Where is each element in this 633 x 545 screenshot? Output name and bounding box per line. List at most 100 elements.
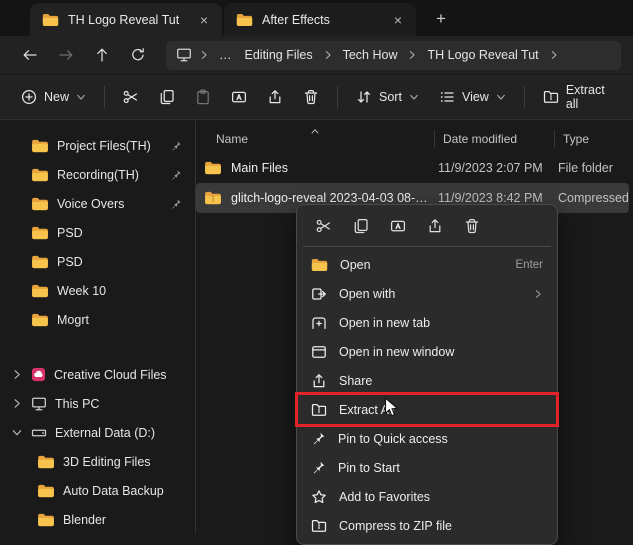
chevron-right-icon (407, 50, 417, 60)
chevron-down-icon (496, 92, 506, 102)
context-menu-item-pin-to-quick-access[interactable]: Pin to Quick access (301, 424, 553, 453)
sidebar-item-psd-1[interactable]: PSD (3, 218, 192, 247)
up-button[interactable] (86, 40, 118, 70)
folder-icon (204, 161, 222, 175)
delete-button[interactable] (294, 81, 328, 113)
refresh-icon (130, 47, 146, 63)
context-menu-item-open-with[interactable]: Open with (301, 279, 553, 308)
copy-button[interactable] (344, 212, 378, 240)
chevron-down-icon (409, 92, 419, 102)
folder-icon (311, 258, 328, 272)
folder-icon (31, 226, 49, 240)
pin-icon (311, 460, 326, 475)
back-button[interactable] (14, 40, 46, 70)
new-tab-button[interactable]: + (426, 5, 456, 33)
file-date: 11/9/2023 8:42 PM (430, 191, 550, 205)
breadcrumb-item[interactable]: Tech How (340, 46, 401, 64)
share-icon (311, 373, 327, 389)
tab-bar: TH Logo Reveal Tut × After Effects × + (0, 0, 633, 36)
close-tab-icon[interactable]: × (194, 10, 214, 30)
rename-button[interactable] (381, 212, 415, 240)
tab-th-logo-reveal-tut[interactable]: TH Logo Reveal Tut × (30, 3, 222, 36)
sidebar-item-auto-data-backup[interactable]: Auto Data Backup (3, 476, 192, 505)
plus-circle-icon (21, 89, 37, 105)
close-tab-icon[interactable]: × (388, 10, 408, 30)
breadcrumb-overflow[interactable]: … (216, 46, 235, 64)
sidebar-item-mogrt[interactable]: Mogrt (3, 305, 192, 334)
share-button[interactable] (418, 212, 452, 240)
sidebar-item-external-data[interactable]: External Data (D:) (3, 418, 192, 447)
monitor-icon (176, 47, 192, 63)
toolbar-divider (104, 86, 105, 108)
menu-item-shortcut: Enter (516, 259, 544, 271)
delete-button[interactable] (455, 212, 489, 240)
mouse-cursor (384, 397, 399, 418)
copy-button[interactable] (150, 81, 184, 113)
share-button[interactable] (258, 81, 292, 113)
command-bar: New Sort View (0, 74, 633, 120)
context-menu-item-open[interactable]: Open Enter (301, 250, 553, 279)
view-button-label: View (462, 90, 489, 104)
breadcrumb-item[interactable]: TH Logo Reveal Tut (424, 46, 541, 64)
context-menu-item-pin-to-start[interactable]: Pin to Start (301, 453, 553, 482)
zip-folder-icon (311, 518, 327, 534)
sidebar-item-3d-editing-files[interactable]: 3D Editing Files (3, 447, 192, 476)
column-label: Type (563, 132, 589, 146)
paste-button[interactable] (186, 81, 220, 113)
column-header-date-modified[interactable]: Date modified (434, 130, 554, 148)
cut-button[interactable] (114, 81, 148, 113)
context-menu-item-open-in-new-tab[interactable]: Open in new tab (301, 308, 553, 337)
forward-button[interactable] (50, 40, 82, 70)
red-highlight-box (295, 392, 559, 427)
sidebar-item-week-10[interactable]: Week 10 (3, 276, 192, 305)
chevron-right-icon (11, 398, 23, 409)
file-date: 11/9/2023 2:07 PM (430, 161, 550, 175)
share-icon (267, 89, 283, 105)
context-menu: Open Enter Open with Open in new tab Ope… (296, 204, 558, 545)
sidebar-item-voice-overs[interactable]: Voice Overs (3, 189, 192, 218)
navigation-bar: … Editing Files Tech How TH Logo Reveal … (0, 36, 633, 74)
creative-cloud-icon (31, 367, 46, 382)
share-icon (427, 218, 443, 234)
tab-after-effects[interactable]: After Effects × (224, 3, 416, 36)
menu-item-label: Pin to Quick access (338, 432, 448, 446)
pin-icon (311, 431, 326, 446)
view-list-icon (439, 89, 455, 105)
context-menu-item-add-to-favorites[interactable]: Add to Favorites (301, 482, 553, 511)
sidebar-item-blender[interactable]: Blender (3, 505, 192, 533)
chevron-right-icon (549, 50, 559, 60)
folder-icon (37, 513, 55, 527)
rename-button[interactable] (222, 81, 256, 113)
chevron-down-icon (11, 427, 23, 438)
sidebar-item-project-files[interactable]: Project Files(TH) (3, 131, 192, 160)
open-with-icon (311, 286, 327, 302)
cut-button[interactable] (307, 212, 341, 240)
toolbar-divider (524, 86, 525, 108)
context-menu-item-compress-to-zip[interactable]: Compress to ZIP file (301, 511, 553, 540)
trash-icon (464, 218, 480, 234)
scissors-icon (316, 218, 332, 234)
refresh-button[interactable] (122, 40, 154, 70)
sidebar-item-creative-cloud-files[interactable]: Creative Cloud Files (3, 360, 192, 389)
new-button-label: New (44, 90, 69, 104)
context-menu-item-extract-all[interactable]: Extract All (301, 395, 553, 424)
sidebar-item-this-pc[interactable]: This PC (3, 389, 192, 418)
address-bar[interactable]: … Editing Files Tech How TH Logo Reveal … (166, 41, 621, 70)
file-row-main-files[interactable]: Main Files 11/9/2023 2:07 PM File folder (196, 153, 629, 183)
copy-icon (159, 89, 175, 105)
sidebar-item-psd-2[interactable]: PSD (3, 247, 192, 276)
new-window-icon (311, 344, 327, 360)
sidebar-item-recording[interactable]: Recording(TH) (3, 160, 192, 189)
folder-icon (37, 484, 55, 498)
context-menu-item-share[interactable]: Share (301, 366, 553, 395)
sort-button[interactable]: Sort (347, 81, 428, 113)
new-button[interactable]: New (12, 81, 95, 113)
drive-icon (31, 425, 47, 441)
view-button[interactable]: View (430, 81, 515, 113)
context-menu-item-open-in-new-window[interactable]: Open in new window (301, 337, 553, 366)
star-icon (311, 489, 327, 505)
column-header-name[interactable]: Name (196, 125, 434, 153)
breadcrumb-item[interactable]: Editing Files (242, 46, 316, 64)
column-header-type[interactable]: Type (554, 130, 633, 148)
extract-all-button[interactable]: Extract all (534, 81, 621, 113)
